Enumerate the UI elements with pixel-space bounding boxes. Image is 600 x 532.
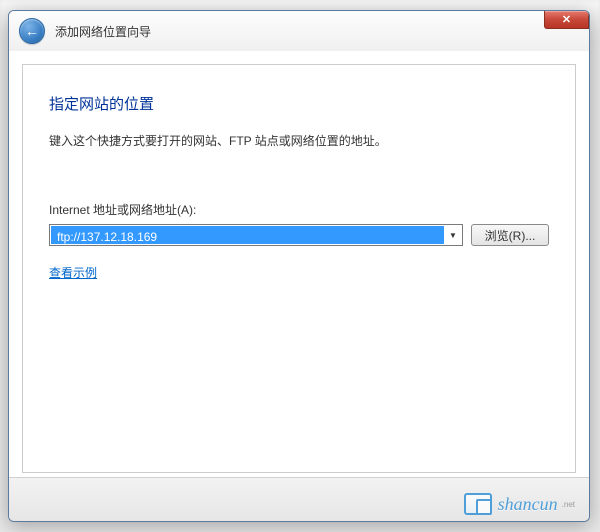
arrow-left-icon: ← <box>25 23 39 39</box>
close-icon: ✕ <box>562 13 571 26</box>
watermark-sub: .net <box>562 500 575 509</box>
watermark-text: shancun <box>498 494 558 515</box>
view-example-link[interactable]: 查看示例 <box>49 266 97 280</box>
chevron-down-icon: ▼ <box>449 231 457 240</box>
browse-button[interactable]: 浏览(R)... <box>471 224 549 246</box>
titlebar-controls: ✕ <box>544 11 589 29</box>
close-button[interactable]: ✕ <box>544 11 589 29</box>
watermark-icon <box>464 493 492 515</box>
wizard-footer: shancun .net <box>9 477 589 521</box>
watermark: shancun .net <box>464 493 575 515</box>
wizard-content: 指定网站的位置 键入这个快捷方式要打开的网站、FTP 站点或网络位置的地址。 I… <box>22 64 576 473</box>
page-description: 键入这个快捷方式要打开的网站、FTP 站点或网络位置的地址。 <box>49 132 549 149</box>
address-input-row: ftp://137.12.18.169 ▼ 浏览(R)... <box>49 224 549 246</box>
dropdown-arrow[interactable]: ▼ <box>444 225 462 245</box>
address-input[interactable]: ftp://137.12.18.169 <box>51 226 444 244</box>
address-label: Internet 地址或网络地址(A): <box>49 201 549 218</box>
back-button[interactable]: ← <box>19 18 45 44</box>
wizard-header: ← 添加网络位置向导 <box>9 11 589 51</box>
address-combobox[interactable]: ftp://137.12.18.169 ▼ <box>49 224 463 246</box>
page-heading: 指定网站的位置 <box>49 93 549 114</box>
window-title: 添加网络位置向导 <box>55 23 151 40</box>
wizard-window: ✕ ← 添加网络位置向导 指定网站的位置 键入这个快捷方式要打开的网站、FTP … <box>8 10 590 522</box>
